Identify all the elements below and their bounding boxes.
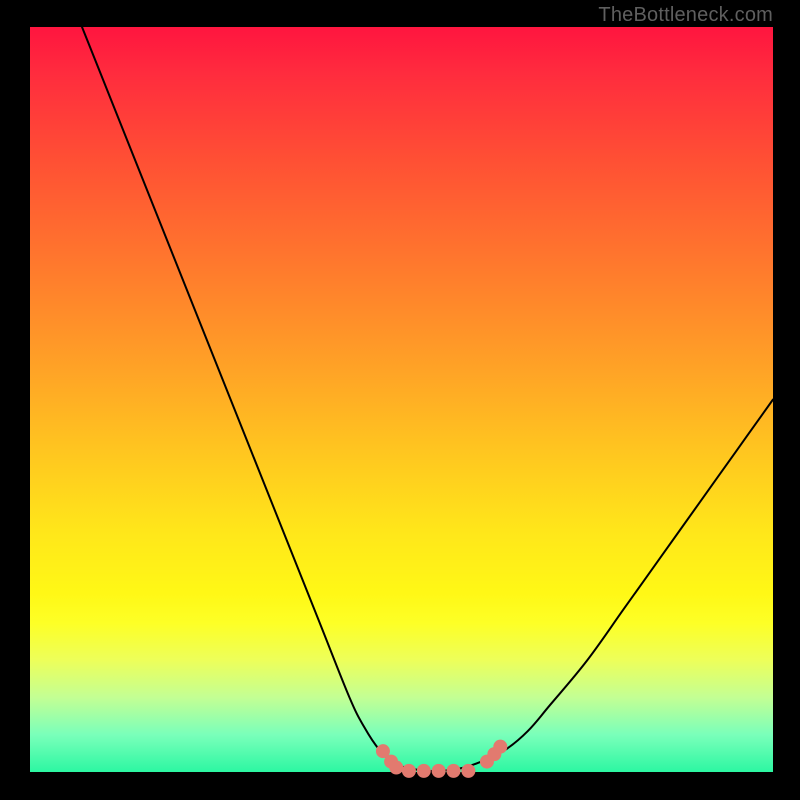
curve-right-branch	[439, 400, 773, 772]
marker-point	[447, 764, 461, 778]
marker-point	[389, 761, 403, 775]
chart-stage: TheBottleneck.com	[0, 0, 800, 800]
marker-point	[461, 764, 475, 778]
marker-point	[432, 764, 446, 778]
curve-left-branch	[82, 27, 439, 771]
marker-point	[493, 740, 507, 754]
marker-point	[402, 764, 416, 778]
curve-overlay	[0, 0, 800, 800]
attribution-text: TheBottleneck.com	[598, 4, 773, 27]
marker-point	[417, 764, 431, 778]
